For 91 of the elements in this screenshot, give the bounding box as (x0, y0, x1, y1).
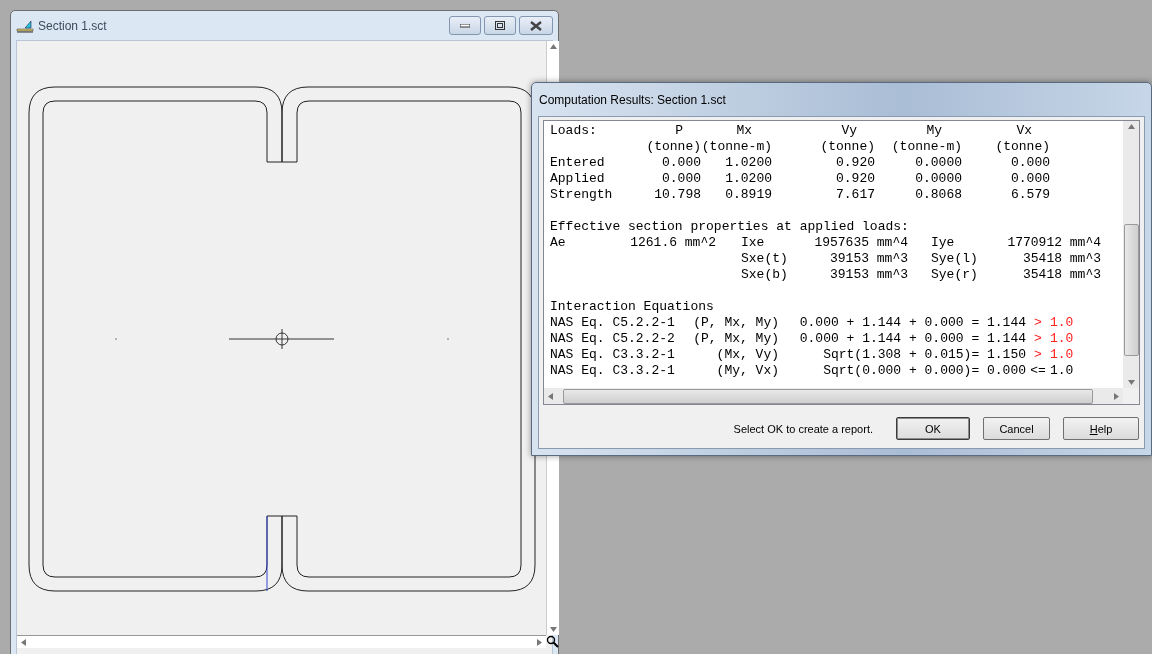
equation-name: NAS Eq. C3.3.2-1 (550, 363, 676, 379)
unit-label: (tonne-m) (890, 139, 962, 155)
right-arrow-icon[interactable] (537, 638, 542, 646)
column-heading: Vy (840, 123, 858, 139)
dialog-title: Computation Results: Section 1.sct (538, 91, 727, 109)
column-heading: Vx (1015, 123, 1033, 139)
horizontal-scrollbar[interactable] (17, 635, 546, 648)
zoom-icon[interactable] (546, 635, 559, 648)
comparison-operator: > (1034, 315, 1042, 330)
property-value: 35418 mm^3 (1022, 251, 1101, 267)
column-heading: Mx (735, 123, 753, 139)
section-heading: Interaction Equations (550, 299, 715, 315)
section-heading: Effective section properties at applied loads: (550, 219, 910, 235)
close-icon (530, 20, 542, 31)
equation-variables: (P, Mx, My) (692, 331, 779, 347)
equation-variables: (Mx, Vy) (715, 347, 779, 363)
row-label: Entered (550, 155, 606, 171)
value-text: 0.0000 (914, 171, 962, 187)
maximize-button[interactable] (484, 16, 516, 35)
comparison-operator: <= (1030, 363, 1046, 378)
down-arrow-icon[interactable] (1127, 380, 1135, 385)
limit-value: 1.0 (1050, 331, 1074, 346)
property-label: Iye (931, 235, 956, 251)
equation-result: Sqrt(0.000 + 0.000)= 0.000 (822, 363, 1026, 379)
equation-name: NAS Eq. C3.3.2-1 (550, 347, 676, 363)
ruler-triangle-icon (16, 18, 34, 33)
section-heading: Loads: (550, 123, 598, 139)
equation-name: NAS Eq. C5.2.2-2 (550, 331, 676, 347)
row-label: Applied (550, 171, 606, 187)
property-label: Sxe(t) (741, 251, 789, 267)
left-arrow-icon[interactable] (548, 392, 553, 400)
unit-label: (tonne) (819, 139, 875, 155)
report-hint: Select OK to create a report. (733, 422, 873, 435)
property-label: Ae (550, 235, 567, 251)
left-arrow-icon[interactable] (21, 638, 26, 646)
value-text: 0.000 (1010, 155, 1050, 171)
scrollbar-thumb[interactable] (1123, 224, 1139, 356)
equation-result: 0.000 + 1.144 + 0.000 = 1.144 (798, 331, 1026, 347)
value-text: 1.0200 (724, 171, 772, 187)
property-value: 1770912 mm^4 (1006, 235, 1101, 251)
right-arrow-icon[interactable] (1114, 392, 1119, 400)
close-button[interactable] (519, 16, 553, 35)
unit-label: (tonne) (994, 139, 1050, 155)
value-text: 0.920 (835, 171, 875, 187)
up-arrow-icon[interactable] (1127, 124, 1135, 129)
row-label: Strength (550, 187, 614, 203)
property-label: Sxe(b) (741, 267, 789, 283)
value-text: 0.8919 (724, 187, 772, 203)
property-value: 39153 mm^3 (829, 267, 908, 283)
dialog-button[interactable]: Cancel (983, 417, 1050, 440)
equation-result: Sqrt(1.308 + 0.015)= 1.150 (822, 347, 1026, 363)
comparison-operator: > (1034, 347, 1042, 362)
limit-value: 1.0 (1050, 315, 1074, 330)
column-heading: P (674, 123, 684, 139)
value-text: 0.000 (661, 155, 701, 171)
property-value: 1261.6 mm^2 (629, 235, 716, 251)
property-value: 1957635 mm^4 (813, 235, 908, 251)
minimize-icon (460, 23, 470, 28)
value-text: 1.0200 (724, 155, 772, 171)
column-heading: My (925, 123, 943, 139)
dialog-button[interactable]: Help (1063, 417, 1139, 440)
dialog-button[interactable]: OK (896, 417, 970, 440)
property-label: Sye(l) (931, 251, 979, 267)
value-text: 0.8068 (914, 187, 962, 203)
equation-variables: (My, Vx) (715, 363, 779, 379)
value-text: 7.617 (835, 187, 875, 203)
value-text: 0.0000 (914, 155, 962, 171)
equation-variables: (P, Mx, My) (692, 315, 779, 331)
value-text: 0.000 (661, 171, 701, 187)
value-text: 6.579 (1010, 187, 1050, 203)
maximize-icon (495, 21, 505, 30)
unit-label: (tonne-m) (701, 139, 772, 155)
vertical-scrollbar[interactable] (1123, 121, 1139, 388)
property-label: Ixe (741, 235, 766, 251)
limit-value: 1.0 (1050, 347, 1074, 362)
down-arrow-icon[interactable] (549, 627, 557, 632)
comparison-operator: > (1034, 331, 1042, 346)
equation-name: NAS Eq. C5.2.2-1 (550, 315, 676, 331)
up-arrow-icon[interactable] (549, 44, 557, 49)
value-text: 0.920 (835, 155, 875, 171)
property-value: 35418 mm^3 (1022, 267, 1101, 283)
equation-result: 0.000 + 1.144 + 0.000 = 1.144 (798, 315, 1026, 331)
window-title: Section 1.sct (38, 18, 107, 33)
value-text: 0.000 (1010, 171, 1050, 187)
scrollbar-corner (1123, 388, 1139, 404)
centroid-icon (228, 328, 335, 350)
value-text: 10.798 (653, 187, 701, 203)
property-label: Sye(r) (931, 267, 979, 283)
limit-value: 1.0 (1050, 363, 1074, 378)
unit-label: (tonne) (645, 139, 701, 155)
property-value: 39153 mm^3 (829, 251, 908, 267)
